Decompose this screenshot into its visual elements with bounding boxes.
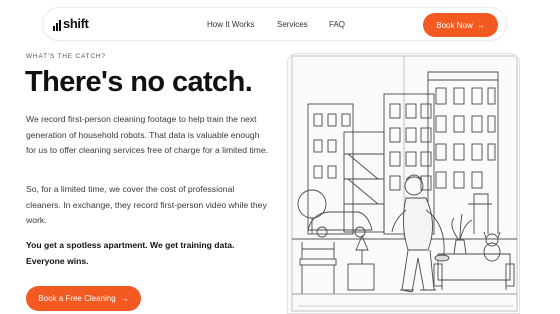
- book-now-button[interactable]: Book Now →: [423, 13, 498, 37]
- book-now-label: Book Now: [436, 20, 473, 30]
- section-eyebrow: WHAT'S THE CATCH?: [26, 53, 106, 60]
- arrow-right-icon: →: [120, 294, 129, 303]
- book-free-cleaning-label: Book a Free Cleaning: [38, 294, 116, 303]
- logo-text: shift: [63, 16, 89, 31]
- logo-bars-icon: [53, 20, 61, 31]
- intro-paragraph: We record first-person cleaning footage …: [26, 114, 269, 156]
- arrow-right-icon: →: [476, 20, 485, 30]
- exchange-paragraph: So, for a limited time, we cover the cos…: [26, 184, 267, 226]
- logo[interactable]: shift: [53, 16, 89, 31]
- nav-link-services[interactable]: Services: [277, 20, 308, 29]
- summary-paragraph: You get a spotless apartment. We get tra…: [26, 240, 235, 266]
- nav-link-faq[interactable]: FAQ: [329, 20, 345, 29]
- top-nav: shift How It Works Services FAQ Book Now…: [42, 7, 507, 41]
- cleaner-illustration: [287, 53, 520, 314]
- window-scene-illustration-icon: [291, 55, 518, 312]
- book-free-cleaning-button[interactable]: Book a Free Cleaning →: [26, 286, 141, 311]
- nav-link-how-it-works[interactable]: How It Works: [207, 20, 254, 29]
- page-title: There's no catch.: [25, 66, 253, 98]
